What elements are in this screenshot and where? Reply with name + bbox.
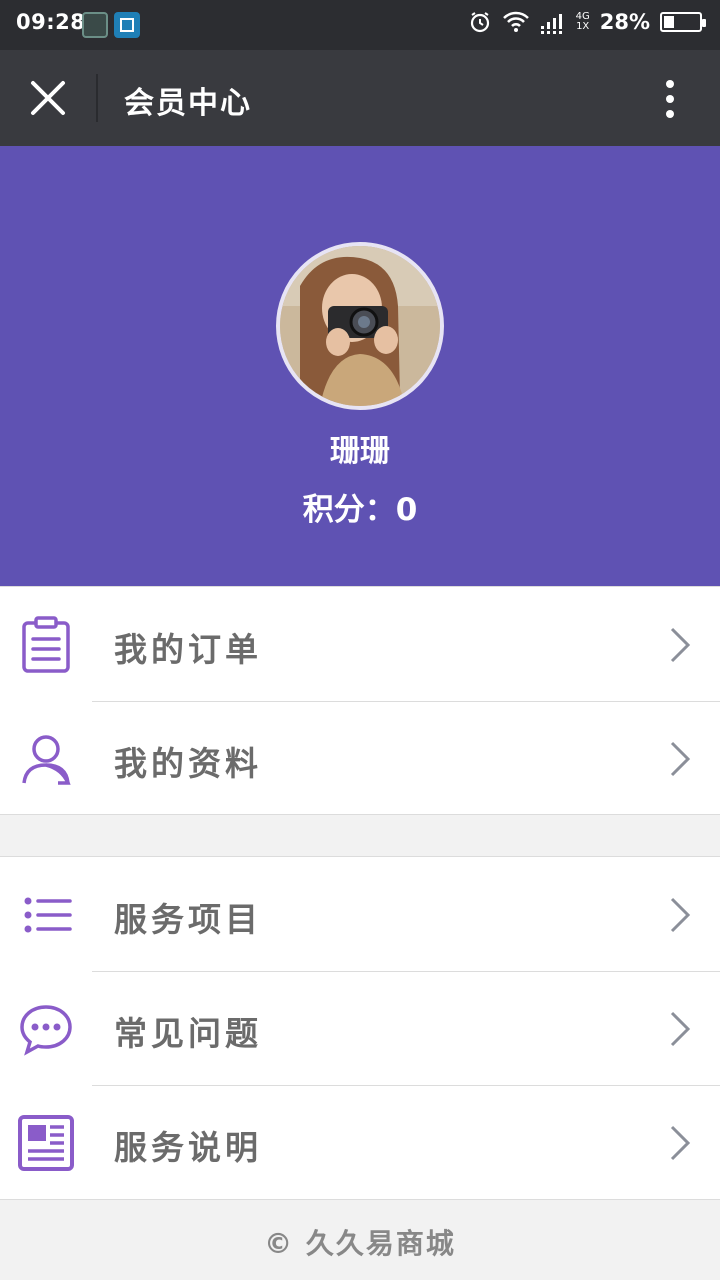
menu-label: 常见问题 (114, 1014, 262, 1053)
user-icon (22, 735, 71, 785)
signal-icon (540, 14, 562, 34)
list-icon (24, 897, 72, 933)
menu-label: 服务说明 (114, 1128, 262, 1167)
battery-level (664, 16, 674, 28)
app-icon-1 (82, 12, 108, 38)
chevron-right-icon (670, 1011, 691, 1047)
copyright-text: © 久久易商城 (264, 1227, 456, 1260)
more-vertical-icon (666, 80, 674, 88)
alarm-icon (470, 12, 489, 33)
menu-item-service-items[interactable]: 服务项目 (0, 857, 720, 971)
menu-group-account: 我的订单 我的资料 (0, 586, 720, 815)
page-title: 会员中心 (124, 86, 252, 121)
network-type-bottom: 1X (576, 21, 590, 32)
menu-item-my-orders[interactable]: 我的订单 (0, 587, 720, 701)
username: 珊珊 (330, 434, 390, 469)
title-divider (96, 74, 98, 122)
status-bar: 09:28 4G 1X 28% (0, 0, 720, 50)
more-button[interactable] (656, 76, 684, 122)
avatar[interactable] (276, 242, 444, 410)
menu-item-my-profile[interactable]: 我的资料 (0, 701, 720, 815)
newspaper-icon (18, 1115, 74, 1171)
menu-label: 服务项目 (114, 900, 262, 939)
screenshot-icon (114, 12, 140, 38)
profile-header: 珊珊 积分：0 (0, 146, 720, 586)
points: 积分：0 (302, 492, 418, 528)
more-vertical-icon-dot (666, 95, 674, 103)
chat-bubble-icon (20, 1005, 72, 1056)
chevron-right-icon (670, 897, 691, 933)
footer: © 久久易商城 (0, 1200, 720, 1280)
network-type: 4G 1X (576, 12, 590, 32)
menu-item-faq[interactable]: 常见问题 (0, 971, 720, 1085)
battery-icon (660, 12, 706, 32)
close-icon (31, 81, 65, 115)
menu-label: 我的订单 (114, 630, 262, 669)
menu-group-service: 服务项目 常见问题 服务说明 (0, 856, 720, 1200)
title-bar: 会员中心 (0, 50, 720, 146)
menu-item-service-description[interactable]: 服务说明 (0, 1085, 720, 1199)
battery-percent: 28% (599, 10, 650, 34)
status-time: 09:28 (16, 10, 86, 34)
avatar-photo (280, 246, 440, 406)
wifi-icon (502, 11, 529, 32)
status-indicators: 4G 1X 28% (468, 10, 706, 34)
chevron-right-icon (670, 1125, 691, 1161)
chevron-right-icon (670, 741, 691, 777)
close-button[interactable] (24, 74, 72, 122)
menu-label: 我的资料 (114, 744, 262, 783)
more-vertical-icon-dot (666, 110, 674, 118)
chevron-right-icon (670, 627, 691, 663)
clipboard-icon (22, 616, 70, 673)
